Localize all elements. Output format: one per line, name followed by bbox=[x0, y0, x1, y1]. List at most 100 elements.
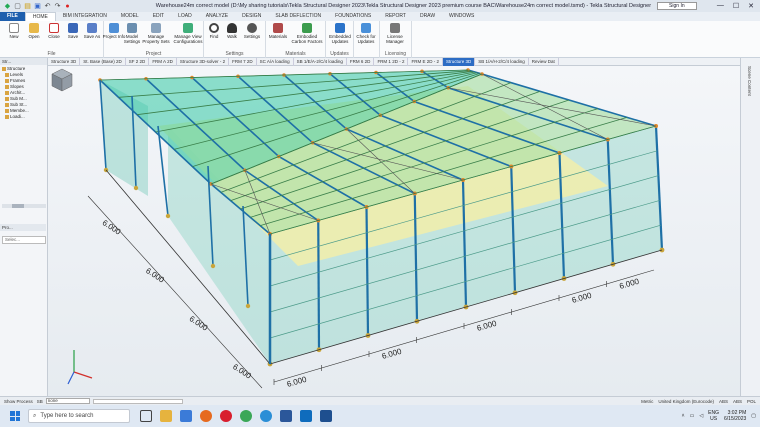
save-quick-icon[interactable]: ▣ bbox=[34, 3, 41, 10]
network-icon[interactable]: ▭ bbox=[690, 413, 695, 419]
app-logo-icon: ◆ bbox=[4, 2, 11, 10]
record-icon[interactable]: ● bbox=[64, 3, 71, 10]
save-as-button[interactable]: Save As bbox=[80, 23, 104, 39]
doc-tab[interactable]: FRM 6 2D bbox=[347, 58, 375, 66]
units-label[interactable]: Metric bbox=[641, 399, 653, 404]
dimension-label: 6.000 bbox=[101, 218, 123, 237]
project-info-icon bbox=[109, 23, 119, 33]
tree-item-loading[interactable]: Loadi... bbox=[2, 114, 45, 120]
show-process-button[interactable]: Show Process bbox=[4, 399, 33, 404]
doc-tab[interactable]: FRM A 2D bbox=[149, 58, 177, 66]
folder-icon bbox=[5, 96, 9, 101]
scene-content-strip[interactable]: Scene Content bbox=[740, 58, 760, 396]
sign-in-button[interactable]: Sign In bbox=[656, 2, 697, 10]
doc-tab[interactable]: FRM E 2D - 2 bbox=[408, 58, 443, 66]
group-label-settings: Settings bbox=[225, 51, 244, 57]
tab-model[interactable]: MODEL bbox=[114, 12, 146, 21]
license-manager-button[interactable]: License Manager bbox=[383, 23, 407, 44]
language-indicator[interactable]: ENG US bbox=[708, 410, 719, 422]
windows-start-icon[interactable] bbox=[10, 411, 20, 421]
undo-icon[interactable]: ↶ bbox=[44, 3, 51, 10]
materials-button[interactable]: Materials bbox=[266, 23, 290, 39]
tab-file[interactable]: FILE bbox=[0, 12, 25, 21]
tab-edit[interactable]: EDIT bbox=[146, 12, 171, 21]
doc-tab[interactable]: Structure 3D-solver - 2 bbox=[177, 58, 230, 66]
structure-tree: Structure Levels Frames Slopes Archit...… bbox=[0, 65, 47, 121]
axis-x bbox=[73, 371, 93, 379]
maximize-button[interactable]: ☐ bbox=[733, 2, 739, 10]
scene-content-label: Scene Content bbox=[747, 66, 752, 96]
group-licensing: License Manager Licensing bbox=[380, 21, 412, 58]
tab-slab-deflection[interactable]: SLAB DEFLECTION bbox=[268, 12, 328, 21]
file-explorer-icon[interactable] bbox=[160, 410, 172, 422]
minimize-button[interactable]: — bbox=[717, 2, 724, 10]
doc-tab[interactable]: Structure 3D bbox=[442, 58, 476, 66]
tab-report[interactable]: REPORT bbox=[378, 12, 413, 21]
dimension-label: 6.000 bbox=[476, 319, 498, 333]
doc-tab[interactable]: Structure 3D bbox=[48, 58, 81, 66]
group-label-licensing: Licensing bbox=[384, 51, 407, 57]
tree-horizontal-scrollbar[interactable] bbox=[2, 204, 46, 208]
tekla-taskbar-icon[interactable] bbox=[320, 410, 332, 422]
doc-tab[interactable]: SB 1/A/H-2/C/4 loading bbox=[475, 58, 529, 66]
doc-tab[interactable]: FRM 7 2D bbox=[229, 58, 257, 66]
tab-foundations[interactable]: FOUNDATIONS bbox=[328, 12, 378, 21]
manage-view-configs-button[interactable]: Manage View Configurations bbox=[172, 23, 204, 44]
doc-tab[interactable]: FRM 1 2D - 2 bbox=[374, 58, 409, 66]
tab-draw[interactable]: DRAW bbox=[413, 12, 442, 21]
doc-tab[interactable]: Review Dat bbox=[529, 58, 559, 66]
check-updates-button[interactable]: Check for Updates bbox=[354, 23, 378, 44]
tab-bim-integration[interactable]: BIM INTEGRATION bbox=[56, 12, 114, 21]
base-node bbox=[210, 263, 216, 269]
scrollbar-thumb[interactable] bbox=[12, 204, 24, 208]
selection-filter[interactable]: none bbox=[45, 398, 90, 404]
mail-icon[interactable] bbox=[300, 410, 312, 422]
mode-abs-2[interactable]: ABS bbox=[733, 399, 742, 404]
task-view-icon[interactable] bbox=[140, 410, 152, 422]
doc-tab[interactable]: SC A/A loading bbox=[257, 58, 294, 66]
notifications-icon[interactable]: ▢ bbox=[751, 413, 756, 419]
firefox-icon[interactable] bbox=[200, 410, 212, 422]
model-settings-button[interactable]: Model Settings bbox=[120, 23, 144, 44]
word-icon[interactable] bbox=[280, 410, 292, 422]
edge-icon[interactable] bbox=[260, 410, 272, 422]
store-icon[interactable] bbox=[180, 410, 192, 422]
group-check: Check for Updates bbox=[354, 21, 380, 58]
warehouse-3d-model[interactable]: 6.000 6.000 6.000 6.000 6.000 6.000 6.000 6.000… bbox=[48, 66, 740, 396]
close-button[interactable]: ✕ bbox=[748, 2, 754, 10]
region-label[interactable]: United Kingdom (Eurocode) bbox=[658, 399, 714, 404]
tab-windows[interactable]: WINDOWS bbox=[442, 12, 481, 21]
3d-viewport[interactable]: 6.000 6.000 6.000 6.000 6.000 6.000 6.000 6.000… bbox=[48, 66, 740, 396]
settings-button[interactable]: Settings bbox=[240, 23, 264, 39]
tab-load[interactable]: LOAD bbox=[171, 12, 199, 21]
tab-analyze[interactable]: ANALYZE bbox=[199, 12, 235, 21]
doc-tab[interactable]: SF 2 2D bbox=[126, 58, 150, 66]
taskbar-search-input[interactable]: ⌕ Type here to search bbox=[28, 409, 130, 423]
properties-select[interactable]: Selec... bbox=[2, 236, 46, 244]
search-placeholder: Type here to search bbox=[40, 413, 94, 419]
mode-pol[interactable]: POL bbox=[747, 399, 756, 404]
view-cube-icon[interactable] bbox=[48, 66, 76, 94]
tray-arrow-icon[interactable]: ˄ bbox=[682, 413, 685, 419]
new-quick-icon[interactable]: ▢ bbox=[14, 3, 21, 10]
doc-tab[interactable]: SB 1/E/A-2/C/4 loading bbox=[294, 58, 347, 66]
volume-icon[interactable]: ◁ bbox=[699, 413, 703, 419]
group-label-file: File bbox=[47, 51, 56, 57]
embodied-carbon-button[interactable]: Embodied Carbon Factors bbox=[290, 23, 324, 44]
redo-icon[interactable]: ↷ bbox=[54, 3, 61, 10]
open-quick-icon[interactable]: ▤ bbox=[24, 3, 31, 10]
embedded-updates-button[interactable]: Embedded Updates bbox=[328, 23, 352, 44]
view-config-icon bbox=[183, 23, 193, 33]
opera-icon[interactable] bbox=[220, 410, 232, 422]
window-title: Warehouse24m correct model (D:\My sharin… bbox=[155, 3, 652, 9]
clock[interactable]: 3:02 PM 6/15/2023 bbox=[724, 410, 746, 422]
manage-property-sets-button[interactable]: Manage Property Sets bbox=[142, 23, 170, 44]
mode-abs-1[interactable]: ABS bbox=[719, 399, 728, 404]
chrome-icon[interactable] bbox=[240, 410, 252, 422]
column bbox=[365, 206, 370, 336]
tab-design[interactable]: DESIGN bbox=[235, 12, 268, 21]
check-updates-icon bbox=[361, 23, 371, 33]
doc-tab[interactable]: St. Base (Base) 2D bbox=[80, 58, 126, 66]
carbon-icon bbox=[302, 23, 312, 33]
tab-home[interactable]: HOME bbox=[24, 12, 56, 21]
